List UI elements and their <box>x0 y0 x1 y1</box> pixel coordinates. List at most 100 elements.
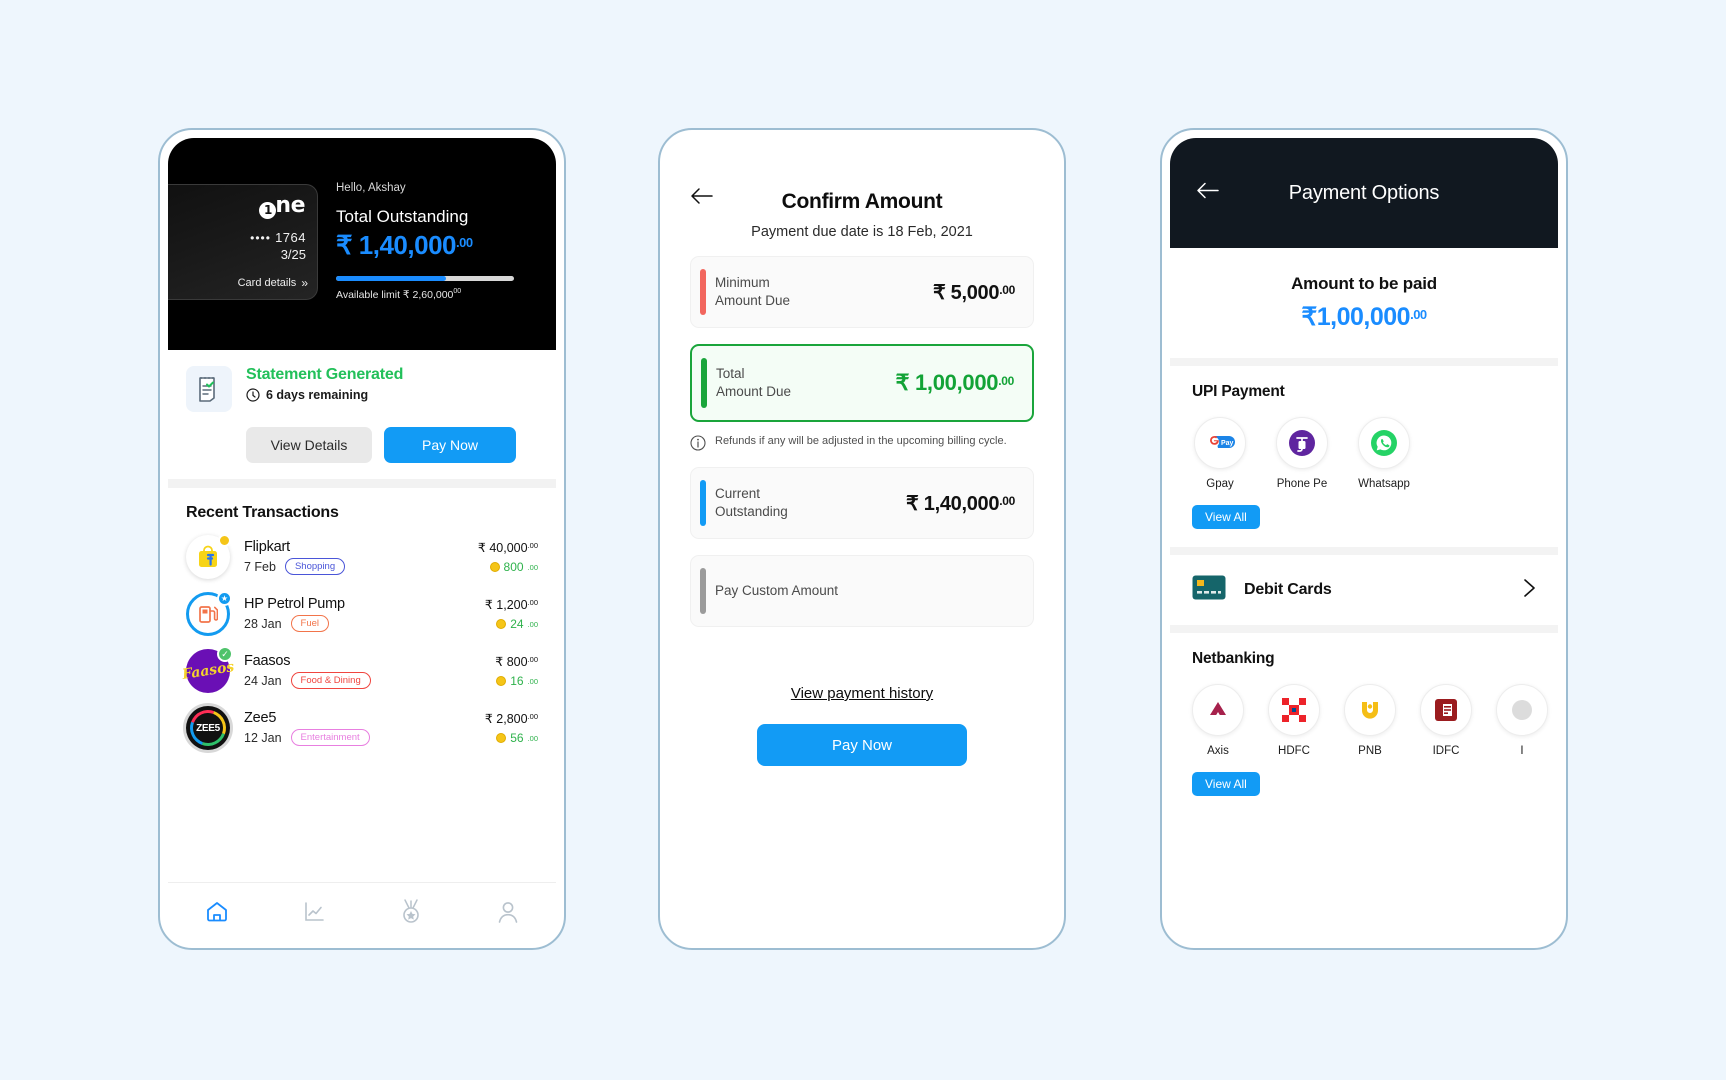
transaction-row[interactable]: Faasos ✓ Faasos 24 Jan Food & Dining ₹ 8… <box>168 636 556 693</box>
merchant-avatar: ★ <box>186 591 232 636</box>
netbanking-bank-option[interactable]: HDFC <box>1268 684 1320 757</box>
transaction-details: HP Petrol Pump 28 Jan Fuel <box>244 596 485 632</box>
category-chip: Food & Dining <box>290 672 371 689</box>
bank-icon-wrap <box>1496 684 1548 736</box>
amount-decimals: .00 <box>527 655 538 664</box>
outstanding-label: Total Outstanding <box>336 207 469 226</box>
view-payment-history-link[interactable]: View payment history <box>690 685 1034 702</box>
debit-cards-row[interactable]: Debit Cards <box>1170 555 1558 625</box>
phone-home-screen: 1 ne •••• 1764 3/25 Card details » Hello,… <box>158 128 566 950</box>
back-button[interactable] <box>1196 181 1220 206</box>
transaction-date: 12 Jan <box>244 730 282 745</box>
available-limit-text: Available limit ₹ 2,60,00000 <box>336 288 540 301</box>
option-amount: ₹ 5,000.00 <box>933 280 1015 305</box>
transaction-amount: ₹ 1,200.00 <box>485 597 538 612</box>
upi-app-label: Phone Pe <box>1276 478 1328 490</box>
reward-value: 16 <box>510 674 524 688</box>
transaction-date: 28 Jan <box>244 616 282 631</box>
transaction-amount: ₹ 2,800.00 <box>485 711 538 726</box>
sidebar-item-rewards[interactable] <box>362 898 459 926</box>
bank-icon-wrap <box>1420 684 1472 736</box>
upi-app-label: Whatsapp <box>1358 478 1410 490</box>
transaction-details: Zee5 12 Jan Entertainment <box>244 710 485 746</box>
bank-label: IDFC <box>1432 745 1460 757</box>
payment-options-header: Payment Options <box>1170 138 1558 248</box>
netbanking-bank-option[interactable]: IDFC <box>1420 684 1472 757</box>
transaction-row[interactable]: Flipkart 7 Feb Shopping ₹ 40,000.00 800.… <box>168 522 556 579</box>
pay-now-button[interactable]: Pay Now <box>384 427 516 463</box>
merchant-name: Zee5 <box>244 710 277 726</box>
payment-options-content: Payment Options Amount to be paid ₹1,00,… <box>1170 138 1558 940</box>
transaction-row[interactable]: ★ HP Petrol Pump 28 Jan Fuel ₹ 1,200.00 … <box>168 579 556 636</box>
upi-app-option[interactable]: Pay Gpay <box>1192 417 1248 490</box>
available-limit-label: Available limit ₹ 2,60,000 <box>336 289 454 301</box>
upi-view-all-button[interactable]: View All <box>1192 505 1260 529</box>
statement-section: Statement Generated 6 days remaining <box>168 350 556 412</box>
option-currency: ₹ <box>932 281 946 304</box>
amount-option-card[interactable]: Current Outstanding ₹ 1,40,000.00 <box>690 467 1034 539</box>
transaction-details: Flipkart 7 Feb Shopping <box>244 539 478 575</box>
medal-icon <box>402 898 419 923</box>
phone-payment-options-screen: Payment Options Amount to be paid ₹1,00,… <box>1160 128 1568 950</box>
limit-progress-bar <box>336 276 514 281</box>
transaction-date: 7 Feb <box>244 559 276 574</box>
faasos-icon: Faasos ✓ <box>181 646 235 693</box>
upi-app-icon-wrap <box>1358 417 1410 469</box>
upi-app-option[interactable]: Whatsapp <box>1356 417 1412 490</box>
coin-icon <box>489 562 500 572</box>
outstanding-currency: ₹ <box>336 230 353 260</box>
credit-card-preview[interactable]: 1 ne •••• 1764 3/25 Card details » <box>168 184 318 300</box>
card-details-link[interactable]: Card details » <box>237 276 308 290</box>
merchant-avatar: ZEE5 <box>184 704 232 752</box>
merchant-name: Faasos <box>244 653 291 669</box>
reward-decimals: .00 <box>527 562 538 572</box>
bank-label: HDFC <box>1278 745 1310 757</box>
view-details-button[interactable]: View Details <box>246 427 372 463</box>
option-label: Current Outstanding <box>715 485 788 521</box>
one-card-logo: 1 ne <box>259 193 305 219</box>
sidebar-item-stats[interactable] <box>265 899 362 925</box>
amount-option-card[interactable]: Minimum Amount Due ₹ 5,000.00 <box>690 256 1034 328</box>
page-title: Confirm Amount <box>781 190 943 213</box>
section-divider <box>1170 547 1558 555</box>
mockup-stage: 1 ne •••• 1764 3/25 Card details » Hello,… <box>0 0 1726 1080</box>
card-details-label: Card details <box>237 277 297 289</box>
sidebar-item-home[interactable] <box>168 899 265 925</box>
bank-label: I <box>1520 745 1524 757</box>
reward-points: 56.00 <box>485 731 538 745</box>
amount-number: 1,00,000 <box>1316 303 1411 331</box>
reward-points: 800.00 <box>478 560 538 574</box>
netbanking-bank-option[interactable]: PNB <box>1344 684 1396 757</box>
option-currency: ₹ <box>906 492 919 515</box>
merchant-avatar: Faasos ✓ <box>181 646 235 693</box>
sidebar-item-profile[interactable] <box>459 899 556 925</box>
limit-progress-fill <box>336 276 447 281</box>
reward-decimals: .00 <box>527 733 538 743</box>
upi-app-list: Pay Gpay Phone Pe Whatsapp <box>1192 417 1536 490</box>
netbanking-view-all-button[interactable]: View All <box>1192 772 1260 796</box>
person-icon <box>498 901 517 923</box>
netbanking-bank-option[interactable]: I <box>1496 684 1548 757</box>
transaction-meta: 28 Jan Fuel <box>244 615 485 632</box>
bank-label: Axis <box>1207 745 1229 757</box>
merchant-name: Flipkart <box>244 539 290 555</box>
netbanking-bank-option[interactable]: Axis <box>1192 684 1244 757</box>
phonepe-icon <box>1289 430 1315 456</box>
transaction-row[interactable]: ZEE5 Zee5 12 Jan Entertainment ₹ 2,800.0… <box>168 693 556 752</box>
pay-now-button[interactable]: Pay Now <box>757 724 967 766</box>
upi-app-option[interactable]: Phone Pe <box>1274 417 1330 490</box>
reward-value: 56 <box>510 731 524 745</box>
card-last4: 1764 <box>275 230 306 245</box>
back-button[interactable] <box>690 186 714 211</box>
hero-panel: 1 ne •••• 1764 3/25 Card details » Hello,… <box>168 138 556 350</box>
amount-decimals: .00 <box>527 712 538 721</box>
amount-option-card[interactable]: Pay Custom Amount <box>690 555 1034 627</box>
clock-icon <box>246 388 260 402</box>
netbanking-section: Netbanking Axis HDFC PNB IDFC I View All <box>1170 633 1558 814</box>
netbanking-section-title: Netbanking <box>1192 650 1275 667</box>
statement-text-block: Statement Generated 6 days remaining <box>246 366 403 412</box>
outstanding-decimals: .00 <box>456 235 473 250</box>
axis-bank-icon <box>1210 702 1226 715</box>
confirm-amount-content: Confirm Amount Payment due date is 18 Fe… <box>668 138 1056 940</box>
amount-option-card[interactable]: Total Amount Due ₹ 1,00,000.00 <box>690 344 1034 422</box>
